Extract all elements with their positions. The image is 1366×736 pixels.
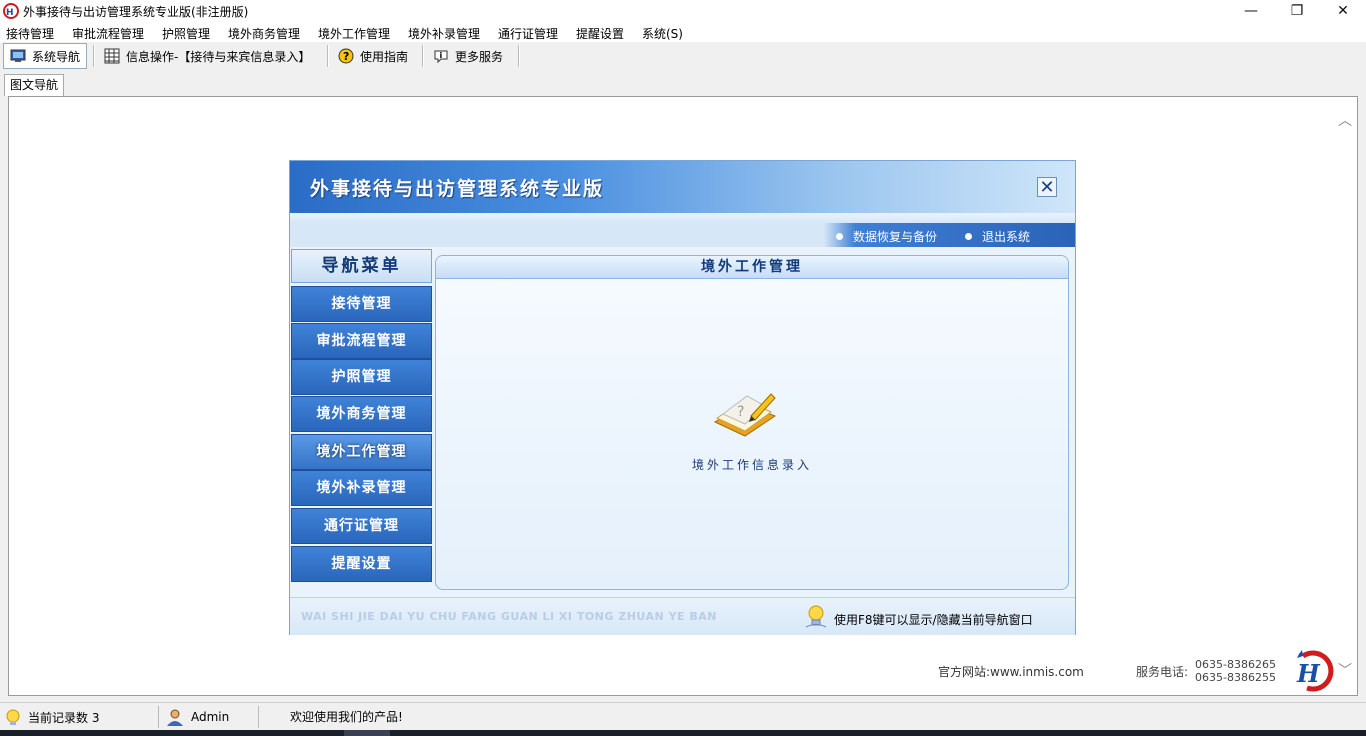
user-name: Admin xyxy=(191,710,230,724)
nav-item-overseas-business[interactable]: 境外商务管理 xyxy=(291,396,432,432)
info-operation-label: 信息操作-【接待与来宾信息录入】 xyxy=(126,49,311,64)
app-logo-icon: H xyxy=(3,3,19,19)
menu-approval-flow[interactable]: 审批流程管理 xyxy=(72,25,144,42)
toolbar-separator xyxy=(518,45,520,67)
toolbar-separator xyxy=(327,45,329,67)
exit-system-link[interactable]: 退出系统 xyxy=(965,228,1030,245)
taskbar-active-item[interactable] xyxy=(344,730,390,736)
more-services-button[interactable]: i 更多服务 xyxy=(427,43,515,69)
overseas-work-entry-label[interactable]: 境外工作信息录入 xyxy=(436,456,1068,473)
brand-logo-icon: H xyxy=(1296,650,1334,692)
grid-icon xyxy=(104,48,120,64)
official-website: 官方网站:www.inmis.com xyxy=(938,665,1084,679)
nav-menu-title: 导航菜单 xyxy=(291,249,432,283)
menu-reminder[interactable]: 提醒设置 xyxy=(576,25,624,42)
service-phone-label: 服务电话: xyxy=(1136,665,1189,679)
system-nav-label: 系统导航 xyxy=(32,49,81,64)
notebook-pencil-icon[interactable]: ? xyxy=(711,386,779,442)
monitor-icon xyxy=(10,49,26,62)
status-separator xyxy=(258,706,259,728)
service-phone-1: 0635-8386265 xyxy=(1195,658,1276,671)
dialog-close-button[interactable]: ✕ xyxy=(1037,177,1057,197)
dialog-link-bar: 数据恢复与备份 退出系统 xyxy=(290,223,1075,247)
bullet-icon xyxy=(836,233,843,240)
navigation-dialog: 外事接待与出访管理系统专业版 ✕ 数据恢复与备份 退出系统 导航菜单 接待管理 … xyxy=(289,160,1076,635)
menu-overseas-work[interactable]: 境外工作管理 xyxy=(318,25,390,42)
record-count-label: 当前记录数 3 xyxy=(28,710,100,725)
help-icon: ? xyxy=(338,48,354,64)
scroll-down-icon[interactable]: ﹀ xyxy=(1338,660,1352,680)
user-guide-label: 使用指南 xyxy=(360,49,409,64)
dialog-header: 外事接待与出访管理系统专业版 ✕ xyxy=(290,161,1075,213)
bulb-status-icon xyxy=(6,709,20,725)
nav-item-overseas-work[interactable]: 境外工作管理 xyxy=(291,434,432,470)
menu-reception[interactable]: 接待管理 xyxy=(6,25,54,42)
svg-text:?: ? xyxy=(737,404,744,420)
window-title: 外事接待与出访管理系统专业版(非注册版) xyxy=(23,5,249,19)
exit-system-label: 退出系统 xyxy=(982,230,1031,244)
current-user: Admin xyxy=(165,708,229,726)
bullet-icon xyxy=(965,233,972,240)
toolbar-separator xyxy=(422,45,424,67)
service-phone-2: 0635-8386255 xyxy=(1195,671,1276,684)
menu-overseas-supplement[interactable]: 境外补录管理 xyxy=(408,25,480,42)
menu-bar: 接待管理 审批流程管理 护照管理 境外商务管理 境外工作管理 境外补录管理 通行… xyxy=(0,22,1366,42)
svg-text:?: ? xyxy=(343,50,349,63)
scroll-up-icon[interactable]: ︿ xyxy=(1338,110,1352,130)
nav-item-reception[interactable]: 接待管理 xyxy=(291,286,432,322)
panel-title: 境外工作管理 xyxy=(436,256,1068,279)
menu-overseas-business[interactable]: 境外商务管理 xyxy=(228,25,300,42)
lightbulb-icon xyxy=(805,605,827,628)
dialog-footer: WAI SHI JIE DAI YU CHU FANG GUAN LI XI T… xyxy=(290,597,1075,635)
toolbar-separator xyxy=(93,45,95,67)
toolbar: 系统导航 信息操作-【接待与来宾信息录入】 ? 使用指南 i 更多服务 xyxy=(0,42,1366,70)
menu-system[interactable]: 系统(S) xyxy=(642,25,683,42)
status-bar: 当前记录数 3 Admin 欢迎使用我们的产品! xyxy=(0,702,1366,731)
welcome-message: 欢迎使用我们的产品! xyxy=(290,710,403,724)
f8-hint: 使用F8键可以显示/隐藏当前导航窗口 xyxy=(834,613,1033,627)
menu-passport[interactable]: 护照管理 xyxy=(162,25,210,42)
nav-item-approval-flow[interactable]: 审批流程管理 xyxy=(291,323,432,359)
menu-pass-permit[interactable]: 通行证管理 xyxy=(498,25,558,42)
dialog-subheader xyxy=(290,213,1075,223)
data-backup-link[interactable]: 数据恢复与备份 xyxy=(836,228,937,245)
data-backup-label: 数据恢复与备份 xyxy=(853,230,938,244)
record-count: 当前记录数 3 xyxy=(4,708,99,726)
dialog-title: 外事接待与出访管理系统专业版 xyxy=(310,178,605,200)
content-panel: 境外工作管理 ? 境外工作信息录入 xyxy=(435,255,1069,590)
restore-button[interactable]: ❐ xyxy=(1274,0,1320,22)
pinyin-watermark: WAI SHI JIE DAI YU CHU FANG GUAN LI XI T… xyxy=(301,610,717,623)
system-nav-button[interactable]: 系统导航 xyxy=(3,43,87,69)
nav-item-passport[interactable]: 护照管理 xyxy=(291,359,432,395)
status-separator xyxy=(158,706,159,728)
nav-item-overseas-supplement[interactable]: 境外补录管理 xyxy=(291,470,432,506)
title-bar: H 外事接待与出访管理系统专业版(非注册版) — ❐ ✕ xyxy=(0,0,1366,22)
svg-text:H: H xyxy=(6,8,14,18)
more-services-label: 更多服务 xyxy=(455,49,504,64)
nav-item-pass-permit[interactable]: 通行证管理 xyxy=(291,508,432,544)
info-operation-button[interactable]: 信息操作-【接待与来宾信息录入】 xyxy=(98,43,323,69)
info-icon: i xyxy=(434,50,448,64)
user-guide-button[interactable]: ? 使用指南 xyxy=(332,43,418,69)
user-icon xyxy=(167,709,183,726)
tab-graphic-nav[interactable]: 图文导航 xyxy=(4,74,64,96)
nav-item-reminder[interactable]: 提醒设置 xyxy=(291,546,432,582)
close-window-button[interactable]: ✕ xyxy=(1320,0,1366,22)
os-taskbar xyxy=(0,730,1366,736)
svg-text:i: i xyxy=(440,51,443,60)
svg-text:H: H xyxy=(1296,659,1321,688)
minimize-button[interactable]: — xyxy=(1228,0,1274,22)
